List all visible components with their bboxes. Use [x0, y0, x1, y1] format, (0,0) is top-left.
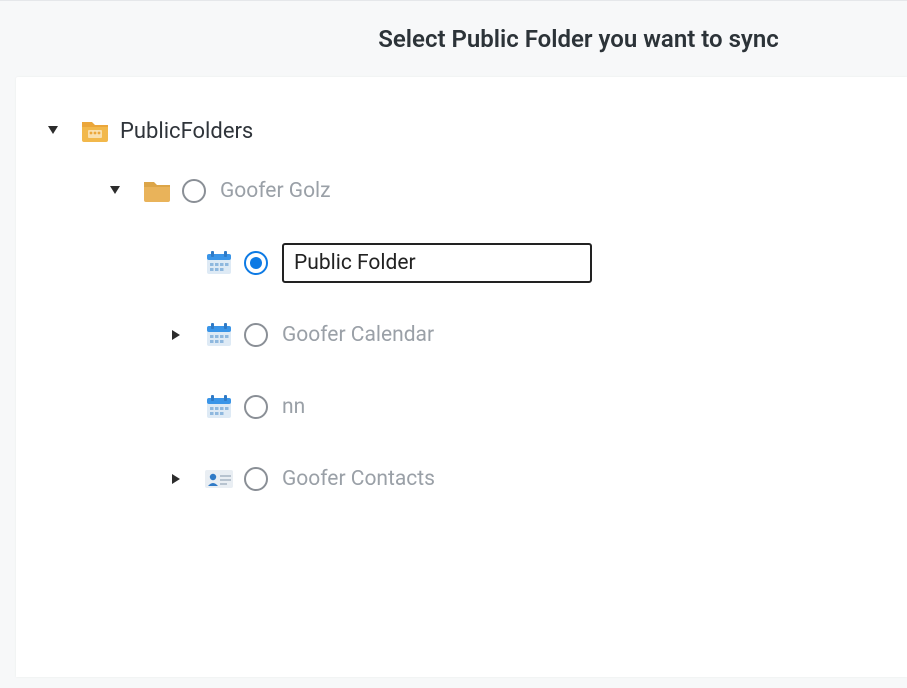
radio-select[interactable] — [182, 179, 206, 203]
radio-select[interactable] — [244, 467, 268, 491]
tree-row-goofer-golz[interactable]: Goofer Golz — [16, 155, 907, 227]
folder-tree-panel: PublicFolders Goofer Golz — [16, 77, 907, 677]
tree-row-public-folder[interactable] — [16, 227, 907, 299]
radio-select[interactable] — [244, 323, 268, 347]
radio-select[interactable] — [244, 251, 268, 275]
toggle-spacer — [168, 398, 186, 416]
radio-select[interactable] — [244, 395, 268, 419]
calendar-icon — [204, 251, 234, 275]
expand-toggle[interactable] — [44, 122, 62, 140]
page-header: Select Public Folder you want to sync — [0, 0, 907, 73]
folder-icon — [142, 179, 172, 203]
expand-toggle[interactable] — [106, 182, 124, 200]
tree-row-goofer-contacts[interactable]: Goofer Contacts — [16, 443, 907, 515]
page-title: Select Public Folder you want to sync — [250, 25, 907, 53]
tree-row-root[interactable]: PublicFolders — [16, 107, 907, 155]
tree-row-nn[interactable]: nn — [16, 371, 907, 443]
calendar-icon — [204, 395, 234, 419]
contacts-icon — [204, 467, 234, 491]
tree-item-label: PublicFolders — [120, 119, 253, 144]
folder-people-icon — [80, 119, 110, 143]
calendar-icon — [204, 323, 234, 347]
expand-toggle[interactable] — [168, 326, 186, 344]
tree-row-goofer-calendar[interactable]: Goofer Calendar — [16, 299, 907, 371]
toggle-spacer — [168, 254, 186, 272]
folder-tree: PublicFolders Goofer Golz — [16, 107, 907, 515]
tree-item-label: Goofer Calendar — [282, 323, 434, 347]
tree-item-label: nn — [282, 395, 305, 419]
tree-item-label: Goofer Golz — [220, 179, 331, 203]
rename-input[interactable] — [282, 243, 592, 283]
expand-toggle[interactable] — [168, 470, 186, 488]
tree-item-label: Goofer Contacts — [282, 467, 435, 491]
